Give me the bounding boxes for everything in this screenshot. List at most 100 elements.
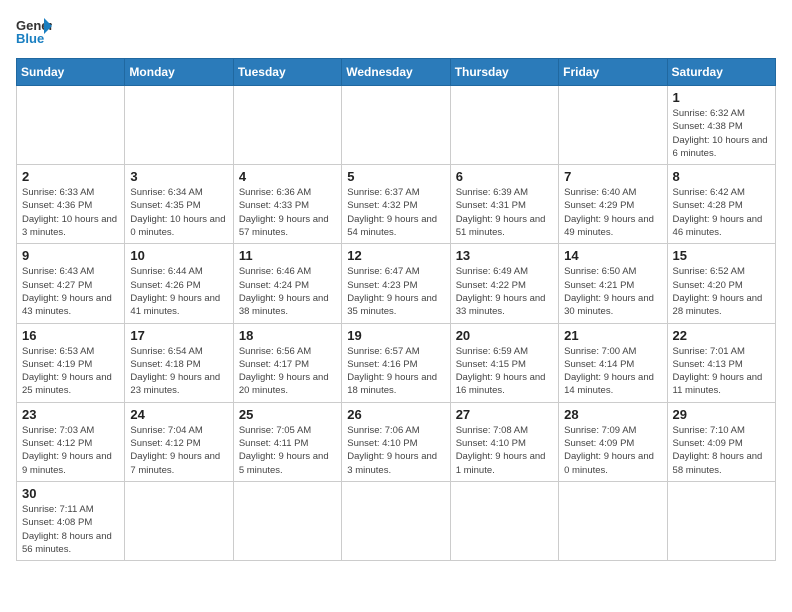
weekday-header-friday: Friday xyxy=(559,59,667,86)
calendar-cell: 15 Sunrise: 6:52 AM Sunset: 4:20 PM Dayli… xyxy=(667,244,775,323)
weekday-header-monday: Monday xyxy=(125,59,233,86)
calendar-cell xyxy=(125,481,233,560)
calendar-cell: 2 Sunrise: 6:33 AM Sunset: 4:36 PM Daylig… xyxy=(17,165,125,244)
calendar-cell: 30Sunrise: 7:11 AM Sunset: 4:08 PM Dayli… xyxy=(17,481,125,560)
day-info: Sunrise: 6:32 AM Sunset: 4:38 PM Dayligh… xyxy=(673,107,770,160)
weekday-header-saturday: Saturday xyxy=(667,59,775,86)
day-number: 4 xyxy=(239,169,336,184)
day-number: 14 xyxy=(564,248,661,263)
calendar-cell: 14 Sunrise: 6:50 AM Sunset: 4:21 PM Dayli… xyxy=(559,244,667,323)
calendar-cell: 11Sunrise: 6:46 AM Sunset: 4:24 PM Dayli… xyxy=(233,244,341,323)
day-info: Sunrise: 6:56 AM Sunset: 4:17 PM Dayligh… xyxy=(239,345,336,398)
day-number: 5 xyxy=(347,169,444,184)
calendar-cell: 19 Sunrise: 6:57 AM Sunset: 4:16 PM Dayli… xyxy=(342,323,450,402)
calendar-cell xyxy=(450,481,558,560)
calendar-cell: 29 Sunrise: 7:10 AM Sunset: 4:09 PM Dayli… xyxy=(667,402,775,481)
calendar-cell xyxy=(125,86,233,165)
calendar-cell: 22 Sunrise: 7:01 AM Sunset: 4:13 PM Dayli… xyxy=(667,323,775,402)
day-info: Sunrise: 7:08 AM Sunset: 4:10 PM Dayligh… xyxy=(456,424,553,477)
day-info: Sunrise: 6:57 AM Sunset: 4:16 PM Dayligh… xyxy=(347,345,444,398)
day-info: Sunrise: 6:44 AM Sunset: 4:26 PM Dayligh… xyxy=(130,265,227,318)
day-number: 13 xyxy=(456,248,553,263)
day-number: 9 xyxy=(22,248,119,263)
day-number: 26 xyxy=(347,407,444,422)
day-info: Sunrise: 7:05 AM Sunset: 4:11 PM Dayligh… xyxy=(239,424,336,477)
calendar-cell: 5 Sunrise: 6:37 AM Sunset: 4:32 PM Daylig… xyxy=(342,165,450,244)
day-info: Sunrise: 7:06 AM Sunset: 4:10 PM Dayligh… xyxy=(347,424,444,477)
day-number: 15 xyxy=(673,248,770,263)
calendar-cell: 12 Sunrise: 6:47 AM Sunset: 4:23 PM Dayli… xyxy=(342,244,450,323)
day-info: Sunrise: 6:37 AM Sunset: 4:32 PM Dayligh… xyxy=(347,186,444,239)
day-number: 29 xyxy=(673,407,770,422)
day-number: 10 xyxy=(130,248,227,263)
calendar-cell: 8 Sunrise: 6:42 AM Sunset: 4:28 PM Daylig… xyxy=(667,165,775,244)
day-number: 16 xyxy=(22,328,119,343)
day-number: 7 xyxy=(564,169,661,184)
day-info: Sunrise: 6:36 AM Sunset: 4:33 PM Dayligh… xyxy=(239,186,336,239)
logo-icon: General Blue xyxy=(16,16,52,46)
calendar-cell: 4 Sunrise: 6:36 AM Sunset: 4:33 PM Daylig… xyxy=(233,165,341,244)
day-info: Sunrise: 7:04 AM Sunset: 4:12 PM Dayligh… xyxy=(130,424,227,477)
calendar-cell: 28 Sunrise: 7:09 AM Sunset: 4:09 PM Dayli… xyxy=(559,402,667,481)
day-info: Sunrise: 6:49 AM Sunset: 4:22 PM Dayligh… xyxy=(456,265,553,318)
day-info: Sunrise: 6:43 AM Sunset: 4:27 PM Dayligh… xyxy=(22,265,119,318)
calendar-cell xyxy=(233,86,341,165)
day-number: 1 xyxy=(673,90,770,105)
calendar-cell: 6 Sunrise: 6:39 AM Sunset: 4:31 PM Daylig… xyxy=(450,165,558,244)
calendar-cell: 20Sunrise: 6:59 AM Sunset: 4:15 PM Dayli… xyxy=(450,323,558,402)
calendar-cell: 10 Sunrise: 6:44 AM Sunset: 4:26 PM Dayli… xyxy=(125,244,233,323)
calendar-cell: 1 Sunrise: 6:32 AM Sunset: 4:38 PM Daylig… xyxy=(667,86,775,165)
calendar-cell xyxy=(17,86,125,165)
day-number: 20 xyxy=(456,328,553,343)
calendar-cell: 17 Sunrise: 6:54 AM Sunset: 4:18 PM Dayli… xyxy=(125,323,233,402)
calendar-cell: 25 Sunrise: 7:05 AM Sunset: 4:11 PM Dayli… xyxy=(233,402,341,481)
day-info: Sunrise: 6:39 AM Sunset: 4:31 PM Dayligh… xyxy=(456,186,553,239)
day-number: 17 xyxy=(130,328,227,343)
calendar-cell xyxy=(667,481,775,560)
day-number: 28 xyxy=(564,407,661,422)
calendar: SundayMondayTuesdayWednesdayThursdayFrid… xyxy=(16,58,776,561)
svg-text:Blue: Blue xyxy=(16,31,44,46)
day-number: 22 xyxy=(673,328,770,343)
day-number: 8 xyxy=(673,169,770,184)
day-info: Sunrise: 6:46 AM Sunset: 4:24 PM Dayligh… xyxy=(239,265,336,318)
day-info: Sunrise: 6:50 AM Sunset: 4:21 PM Dayligh… xyxy=(564,265,661,318)
calendar-cell: 16 Sunrise: 6:53 AM Sunset: 4:19 PM Dayli… xyxy=(17,323,125,402)
calendar-cell: 13 Sunrise: 6:49 AM Sunset: 4:22 PM Dayli… xyxy=(450,244,558,323)
day-info: Sunrise: 7:03 AM Sunset: 4:12 PM Dayligh… xyxy=(22,424,119,477)
day-info: Sunrise: 6:34 AM Sunset: 4:35 PM Dayligh… xyxy=(130,186,227,239)
day-number: 6 xyxy=(456,169,553,184)
day-info: Sunrise: 6:54 AM Sunset: 4:18 PM Dayligh… xyxy=(130,345,227,398)
calendar-cell xyxy=(342,86,450,165)
calendar-cell: 3Sunrise: 6:34 AM Sunset: 4:35 PM Daylig… xyxy=(125,165,233,244)
day-info: Sunrise: 7:01 AM Sunset: 4:13 PM Dayligh… xyxy=(673,345,770,398)
day-info: Sunrise: 6:42 AM Sunset: 4:28 PM Dayligh… xyxy=(673,186,770,239)
calendar-cell: 9 Sunrise: 6:43 AM Sunset: 4:27 PM Daylig… xyxy=(17,244,125,323)
day-number: 24 xyxy=(130,407,227,422)
day-number: 30 xyxy=(22,486,119,501)
calendar-cell: 27 Sunrise: 7:08 AM Sunset: 4:10 PM Dayli… xyxy=(450,402,558,481)
calendar-cell: 24 Sunrise: 7:04 AM Sunset: 4:12 PM Dayli… xyxy=(125,402,233,481)
day-info: Sunrise: 6:53 AM Sunset: 4:19 PM Dayligh… xyxy=(22,345,119,398)
day-number: 25 xyxy=(239,407,336,422)
day-info: Sunrise: 7:00 AM Sunset: 4:14 PM Dayligh… xyxy=(564,345,661,398)
logo: General Blue xyxy=(16,16,52,46)
header: General Blue xyxy=(16,16,776,46)
day-info: Sunrise: 6:33 AM Sunset: 4:36 PM Dayligh… xyxy=(22,186,119,239)
day-number: 2 xyxy=(22,169,119,184)
day-number: 27 xyxy=(456,407,553,422)
day-number: 12 xyxy=(347,248,444,263)
day-number: 23 xyxy=(22,407,119,422)
day-info: Sunrise: 6:47 AM Sunset: 4:23 PM Dayligh… xyxy=(347,265,444,318)
day-info: Sunrise: 6:52 AM Sunset: 4:20 PM Dayligh… xyxy=(673,265,770,318)
day-number: 19 xyxy=(347,328,444,343)
weekday-header-sunday: Sunday xyxy=(17,59,125,86)
day-info: Sunrise: 6:40 AM Sunset: 4:29 PM Dayligh… xyxy=(564,186,661,239)
weekday-header-wednesday: Wednesday xyxy=(342,59,450,86)
day-number: 21 xyxy=(564,328,661,343)
calendar-cell xyxy=(559,86,667,165)
calendar-cell: 18Sunrise: 6:56 AM Sunset: 4:17 PM Dayli… xyxy=(233,323,341,402)
day-info: Sunrise: 7:10 AM Sunset: 4:09 PM Dayligh… xyxy=(673,424,770,477)
day-info: Sunrise: 7:09 AM Sunset: 4:09 PM Dayligh… xyxy=(564,424,661,477)
calendar-cell xyxy=(233,481,341,560)
